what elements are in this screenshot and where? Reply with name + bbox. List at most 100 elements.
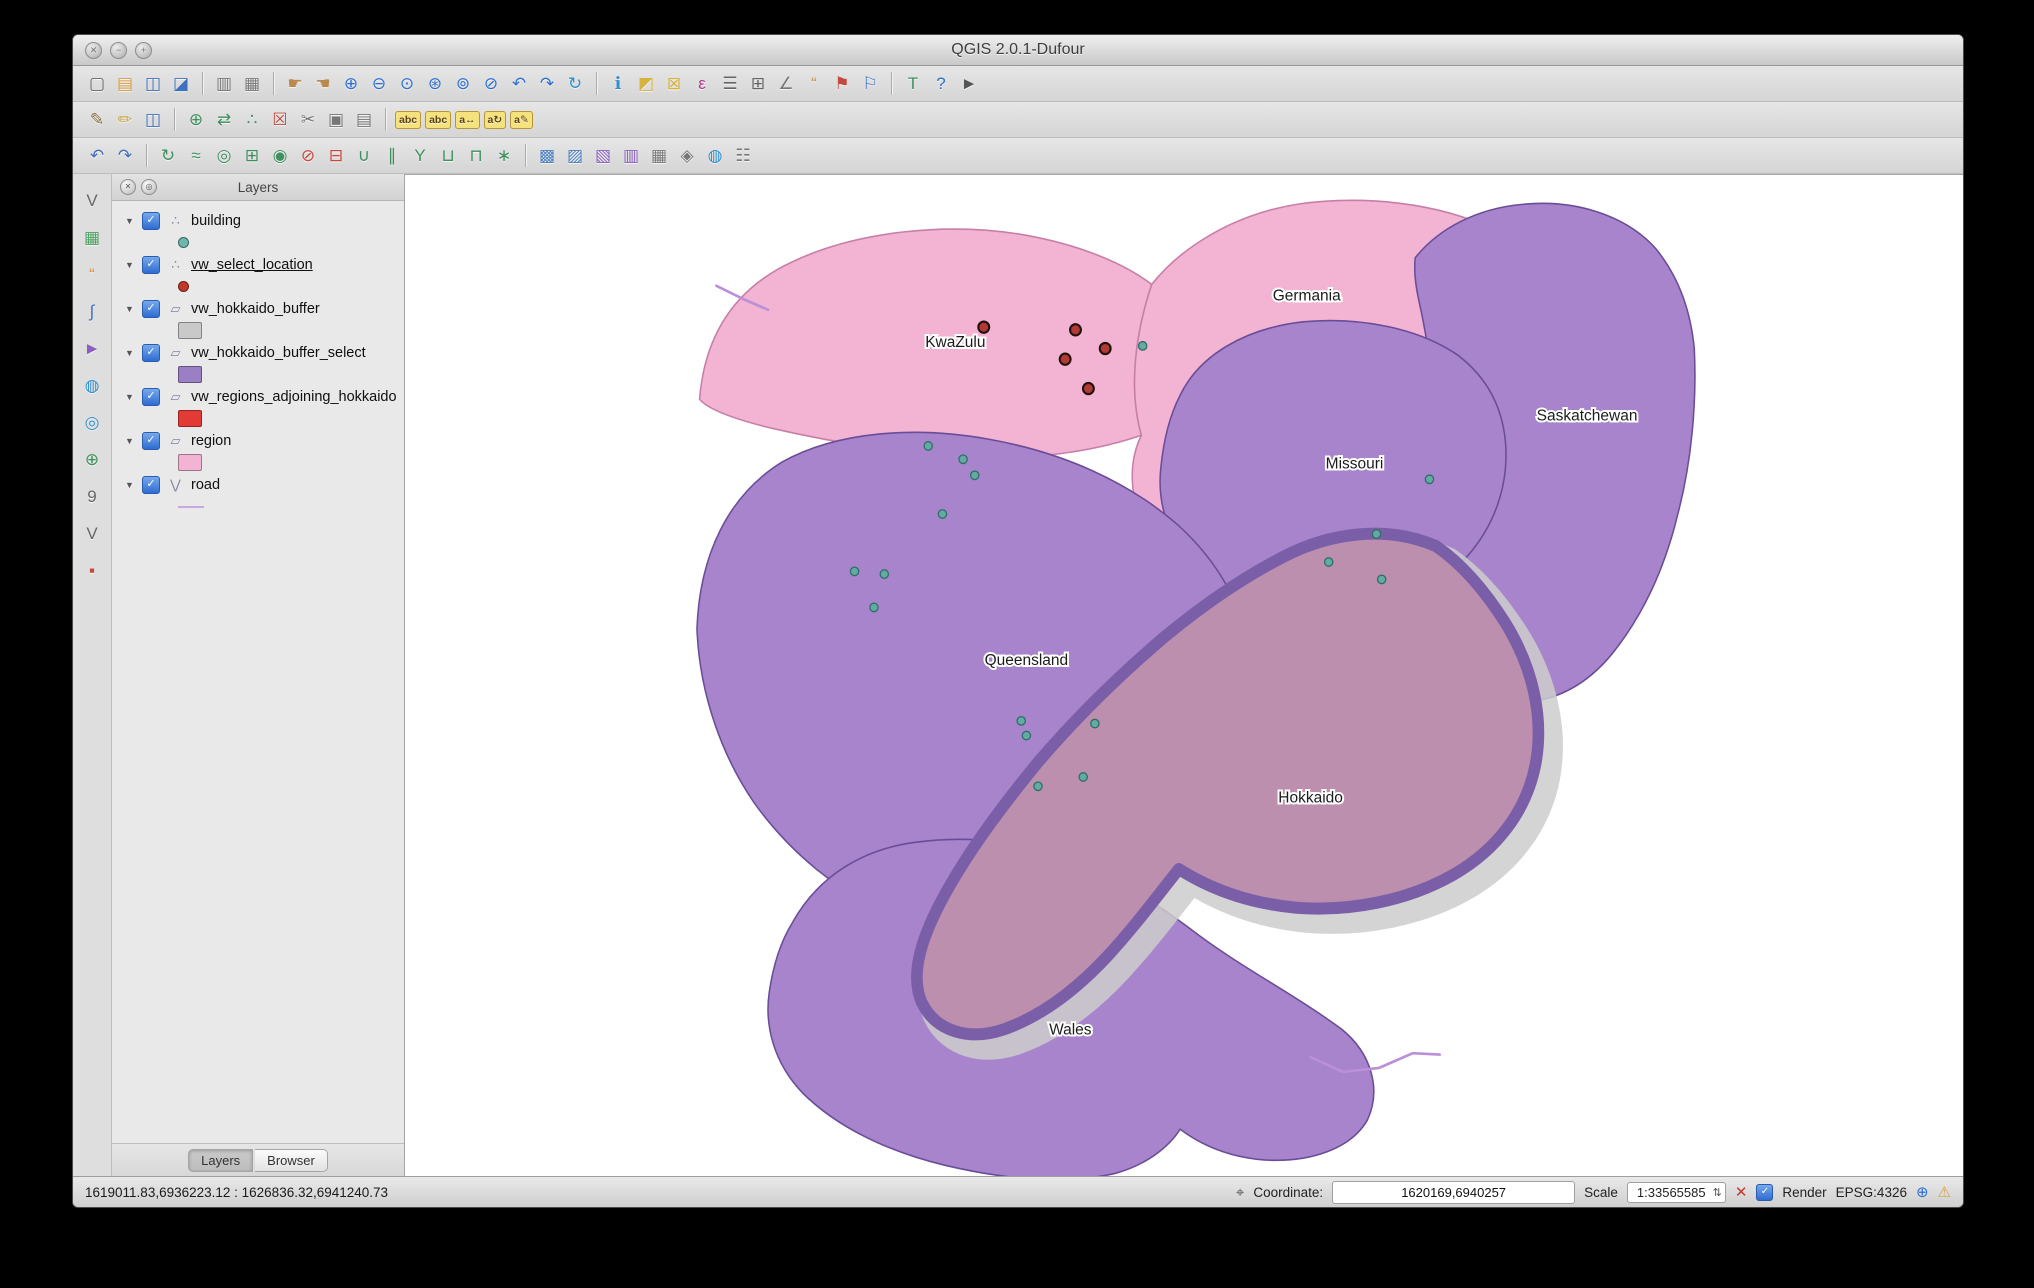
save-layer-edits-icon[interactable]: ◫ — [139, 106, 167, 134]
map-tips-icon[interactable]: “ — [800, 70, 828, 98]
geometry-tools-icon[interactable]: ◈ — [673, 142, 701, 170]
minimize-window-icon[interactable]: − — [110, 41, 127, 59]
layer-visibility-checkbox[interactable]: ✓ — [142, 343, 160, 362]
combo-arrows-icon[interactable]: ⇅ — [1713, 1186, 1722, 1199]
layer-visibility-checkbox[interactable]: ✓ — [142, 475, 160, 494]
layer-visibility-checkbox[interactable]: ✓ — [142, 387, 160, 406]
disclosure-triangle-icon[interactable]: ▼ — [124, 216, 135, 226]
label-move-icon[interactable]: a↔ — [455, 110, 480, 129]
current-edits-icon[interactable]: ✎ — [83, 106, 111, 134]
reshape-features-icon[interactable]: ∪ — [350, 142, 378, 170]
text-annotation-icon[interactable]: T — [899, 70, 927, 98]
new-print-composer-icon[interactable]: ▥ — [210, 70, 238, 98]
panel-close-icon[interactable]: ✕ — [120, 179, 136, 195]
layer-item-region[interactable]: ▼ ✓ ▱ region — [112, 429, 404, 452]
zoom-next-icon[interactable]: ↷ — [533, 70, 561, 98]
composer-manager-icon[interactable]: ▦ — [238, 70, 266, 98]
label-selected-icon[interactable]: abc — [425, 110, 452, 129]
move-feature-icon[interactable]: ⇄ — [210, 106, 238, 134]
gps-tools-icon[interactable]: ⊕ — [79, 447, 105, 473]
zoom-in-icon[interactable]: ⊕ — [337, 70, 365, 98]
layer-item-vw_regions_adjoining_hokkaido[interactable]: ▼ ✓ ▱ vw_regions_adjoining_hokkaido — [112, 385, 404, 408]
layer-visibility-checkbox[interactable]: ✓ — [142, 211, 160, 230]
field-calculator-icon[interactable]: ⊞ — [744, 70, 772, 98]
help-icon[interactable]: ? — [927, 70, 955, 98]
render-checkbox[interactable]: ✓ — [1756, 1183, 1774, 1201]
pan-to-selection-icon[interactable]: ☚ — [309, 70, 337, 98]
log-messages-icon[interactable]: ⚠ — [1938, 1183, 1951, 1201]
disclosure-triangle-icon[interactable]: ▼ — [124, 260, 135, 270]
raster-georeferencer-icon[interactable]: ▦ — [79, 225, 105, 251]
undo-icon[interactable]: ↶ — [83, 142, 111, 170]
new-bookmark-icon[interactable]: ⚑ — [828, 70, 856, 98]
zoom-last-icon[interactable]: ↶ — [505, 70, 533, 98]
layer-item-vw_hokkaido_buffer_select[interactable]: ▼ ✓ ▱ vw_hokkaido_buffer_select — [112, 341, 404, 364]
layer-visibility-checkbox[interactable]: ✓ — [142, 299, 160, 318]
select-by-expression-icon[interactable]: ε — [688, 70, 716, 98]
attribute-table-icon[interactable]: ☰ — [716, 70, 744, 98]
deselect-features-icon[interactable]: ⊠ — [660, 70, 688, 98]
layer-label[interactable]: road — [191, 477, 220, 493]
raster-tools-icon[interactable]: ▦ — [645, 142, 673, 170]
layer-item-building[interactable]: ▼ ✓ ∴ building — [112, 209, 404, 232]
spatial-index-icon[interactable]: ▧ — [589, 142, 617, 170]
stop-render-icon[interactable]: ✕ — [1735, 1183, 1748, 1201]
annotation-bubbles-icon[interactable]: “ — [79, 262, 105, 288]
redo-icon[interactable]: ↷ — [111, 142, 139, 170]
add-part-icon[interactable]: ⊞ — [238, 142, 266, 170]
topology-checker-icon[interactable]: V — [79, 521, 105, 547]
panel-tab-browser[interactable]: Browser — [255, 1148, 328, 1172]
labeling-icon[interactable]: abc — [395, 110, 422, 129]
disclosure-triangle-icon[interactable]: ▼ — [124, 348, 135, 358]
layer-label[interactable]: vw_regions_adjoining_hokkaido — [191, 389, 397, 405]
crs-status-icon[interactable]: ⊕ — [1916, 1183, 1929, 1201]
node-tool-icon[interactable]: ∴ — [238, 106, 266, 134]
zoom-actual-icon[interactable]: ⊙ — [393, 70, 421, 98]
label-rotate-icon[interactable]: a↻ — [483, 110, 507, 129]
select-by-location-icon[interactable]: ▩ — [533, 142, 561, 170]
rotate-point-symbols-icon[interactable]: ∗ — [490, 142, 518, 170]
layer-item-vw_hokkaido_buffer[interactable]: ▼ ✓ ▱ vw_hokkaido_buffer — [112, 297, 404, 320]
disclosure-triangle-icon[interactable]: ▼ — [124, 304, 135, 314]
add-feature-icon[interactable]: ⊕ — [182, 106, 210, 134]
layer-label[interactable]: region — [191, 433, 231, 449]
save-project-as-icon[interactable]: ◪ — [167, 70, 195, 98]
metasearch-globe-icon[interactable]: ◎ — [79, 410, 105, 436]
disclosure-triangle-icon[interactable]: ▼ — [124, 480, 135, 490]
layers-tree[interactable]: ▼ ✓ ∴ building ▼ ✓ ∴ vw_select_location ▼ ✓ ▱ vw_ho… — [112, 201, 404, 1143]
split-features-icon[interactable]: Y — [406, 142, 434, 170]
rotate-feature-icon[interactable]: ↻ — [154, 142, 182, 170]
paste-features-icon[interactable]: ▤ — [350, 106, 378, 134]
coordinate-input[interactable] — [1332, 1180, 1576, 1204]
web-globe-icon[interactable]: ◍ — [79, 373, 105, 399]
zoom-to-selection-icon[interactable]: ⊚ — [449, 70, 477, 98]
disclosure-triangle-icon[interactable]: ▼ — [124, 436, 135, 446]
panel-float-icon[interactable]: ◎ — [141, 179, 157, 195]
disclosure-triangle-icon[interactable]: ▼ — [124, 392, 135, 402]
spatial-query-icon[interactable]: ► — [79, 336, 105, 362]
layer-item-vw_select_location[interactable]: ▼ ✓ ∴ vw_select_location — [112, 253, 404, 276]
database-tools-icon[interactable]: ☷ — [729, 142, 757, 170]
open-project-icon[interactable]: ▤ — [111, 70, 139, 98]
layer-label[interactable]: vw_hokkaido_buffer — [191, 301, 320, 317]
save-project-icon[interactable]: ◫ — [139, 70, 167, 98]
add-ring-icon[interactable]: ◎ — [210, 142, 238, 170]
map-canvas[interactable]: KwaZulu Germania Saskatchewan Missouri Q… — [405, 174, 1963, 1176]
close-window-icon[interactable]: ✕ — [85, 41, 102, 59]
simplify-feature-icon[interactable]: ≈ — [182, 142, 210, 170]
select-features-icon[interactable]: ◩ — [632, 70, 660, 98]
zoom-full-icon[interactable]: ⊛ — [421, 70, 449, 98]
vector-layer-tool-icon[interactable]: V — [79, 188, 105, 214]
scale-combo[interactable]: 1:33565585 ⇅ — [1626, 1181, 1726, 1203]
new-project-icon[interactable]: ▢ — [83, 70, 111, 98]
zoom-out-icon[interactable]: ⊖ — [365, 70, 393, 98]
merge-features-icon[interactable]: ⊔ — [434, 142, 462, 170]
delete-ring-icon[interactable]: ⊘ — [294, 142, 322, 170]
plugin-builder-icon[interactable]: ▪ — [79, 558, 105, 584]
layer-visibility-checkbox[interactable]: ✓ — [142, 431, 160, 450]
identify-icon[interactable]: ℹ — [604, 70, 632, 98]
layer-label[interactable]: building — [191, 213, 241, 229]
layer-visibility-checkbox[interactable]: ✓ — [142, 255, 160, 274]
zoom-window-icon[interactable]: + — [135, 41, 152, 59]
copy-features-icon[interactable]: ▣ — [322, 106, 350, 134]
